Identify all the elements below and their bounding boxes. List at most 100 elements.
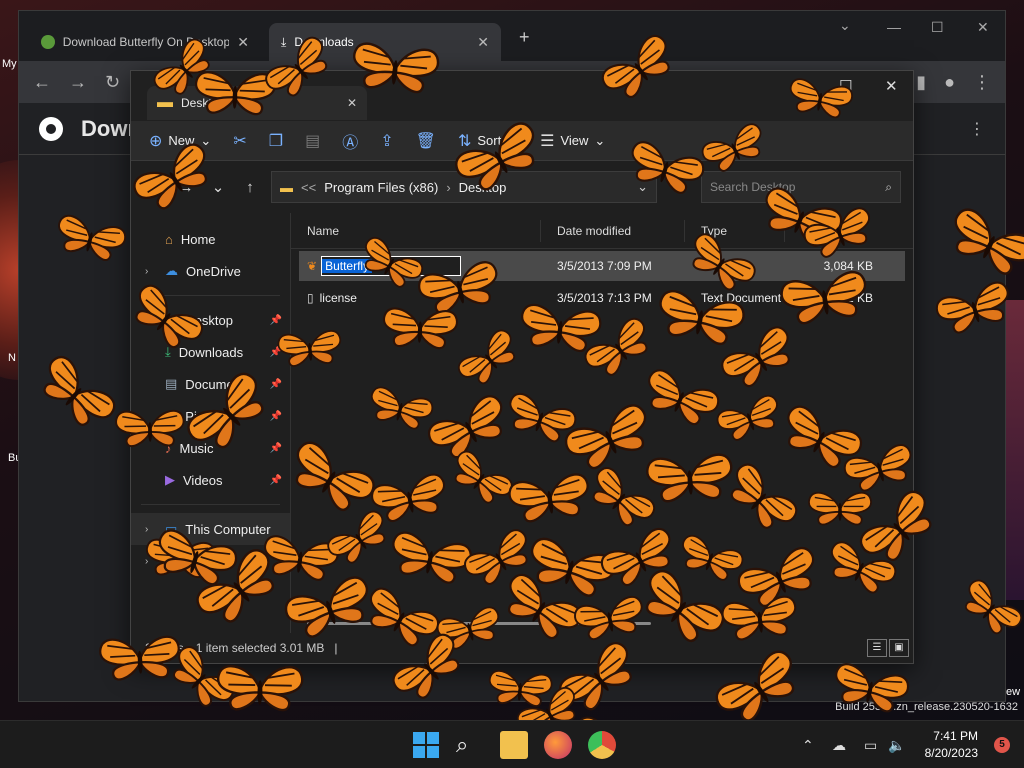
close-window-icon[interactable]: ✕ (885, 77, 898, 95)
reload-icon[interactable]: ↻ (105, 72, 120, 93)
forward-icon[interactable]: → (69, 72, 87, 93)
share-button[interactable]: ⇪ (380, 131, 393, 151)
nav-label: Videos (183, 472, 223, 488)
start-tile (413, 746, 425, 758)
system-clock[interactable]: 7:41 PM 8/20/2023 (925, 728, 978, 762)
nav-item-network[interactable]: › ⊞ Network (131, 545, 290, 577)
rename-selected-text: Butterfly (322, 259, 373, 273)
maximize-icon[interactable]: ☐ (931, 19, 944, 36)
start-icon[interactable] (412, 731, 440, 759)
refresh-icon[interactable]: ↻ (667, 178, 689, 196)
network-tray-icon[interactable]: ▭ (864, 721, 877, 768)
column-type[interactable]: Type (685, 219, 785, 242)
close-tab-icon[interactable]: ✕ (477, 34, 489, 51)
chrome-taskbar-icon[interactable] (588, 731, 616, 759)
copy-button[interactable]: ❐ (269, 131, 283, 151)
sort-button[interactable]: ⇅ Sort ⌄ (458, 131, 518, 151)
file-row-license[interactable]: ▯ license 3/5/2013 7:13 PM Text Document… (299, 283, 905, 313)
notification-badge[interactable]: 5 (994, 737, 1010, 753)
nav-item-videos[interactable]: ▶ Videos 📌 (131, 464, 290, 496)
close-tab-icon[interactable]: ✕ (237, 34, 249, 51)
show-hidden-icons[interactable]: ⌃ (802, 721, 814, 768)
breadcrumb-program-files[interactable]: Program Files (x86) (324, 180, 438, 195)
paste-button[interactable]: ▤ (305, 131, 320, 151)
clock-date: 8/20/2023 (924, 746, 978, 760)
onedrive-tray-icon[interactable]: ☁ (832, 721, 846, 768)
back-icon[interactable]: ← (33, 72, 51, 93)
nav-item-onedrive[interactable]: › ☁ OneDrive (131, 255, 290, 287)
pin-icon: 📌 (269, 474, 282, 486)
address-overflow[interactable]: << (301, 180, 316, 195)
cloud-icon: ☁ (165, 263, 178, 278)
status-bar: 2 items 1 item selected 3.01 MB | (131, 633, 913, 663)
column-name[interactable]: Name (291, 219, 541, 242)
chevron-right-icon[interactable]: › (145, 556, 157, 567)
nav-label: Pictures (185, 408, 233, 424)
tab-title: Downloads (294, 35, 354, 49)
up-icon[interactable]: ↑ (239, 179, 261, 196)
close-window-icon[interactable]: ✕ (977, 19, 989, 36)
column-date-modified[interactable]: Date modified (541, 219, 685, 242)
file-type: Text Document (701, 291, 782, 305)
chevron-right-icon[interactable]: › (145, 524, 157, 535)
cut-button[interactable]: ✂ (233, 131, 246, 151)
tab-download-butterfly[interactable]: Download Butterfly On Desktop ✕ (29, 23, 261, 61)
rename-button[interactable]: Ⓐ (342, 129, 358, 153)
new-tab-button[interactable]: + (519, 27, 530, 48)
maximize-icon[interactable]: ☐ (839, 77, 852, 95)
pin-icon: 📌 (269, 442, 282, 454)
sort-icon: ⇅ (457, 132, 472, 150)
file-row-butterfly[interactable]: ❦ Butterfly 3/5/2013 7:09 PM 3,084 KB (299, 251, 905, 281)
chevron-right-icon: › (446, 179, 451, 195)
downloads-menu-icon[interactable]: ⋮ (969, 119, 985, 139)
address-bar[interactable]: ▬ << Program Files (x86) › Desktop ⌄ (271, 171, 657, 203)
sidebar-icon[interactable]: ▮ (916, 72, 926, 93)
view-button[interactable]: ☰ View ⌄ (540, 131, 605, 151)
menu-icon[interactable]: ⋮ (973, 72, 991, 93)
volume-icon[interactable]: 🔈 (888, 721, 905, 768)
delete-button[interactable]: 🗑 (416, 131, 436, 151)
back-icon[interactable]: ← (143, 179, 165, 196)
desktop-icon: ▭ (165, 312, 178, 327)
horizontal-scrollbar[interactable] (307, 622, 651, 625)
column-size[interactable]: Size (785, 220, 881, 242)
explorer-tab[interactable]: ▬ Desktop ✕ (147, 86, 367, 120)
profile-icon[interactable]: ● (944, 72, 955, 93)
file-date: 3/5/2013 7:13 PM (557, 291, 652, 305)
tiles-view-button[interactable]: ▣ (889, 639, 909, 657)
tab-search-icon[interactable]: ⌄ (839, 17, 851, 34)
computer-icon: ▭ (165, 521, 178, 536)
chevron-down-icon[interactable]: ⌄ (207, 178, 229, 196)
chevron-down-icon[interactable]: ⌄ (637, 179, 648, 195)
nav-item-downloads[interactable]: ⤓ Downloads 📌 (131, 336, 290, 368)
nav-item-desktop[interactable]: ▭ Desktop 📌 (131, 304, 290, 336)
rename-field[interactable]: Butterfly (321, 256, 462, 276)
search-input[interactable]: Search Desktop ⌕ (701, 171, 901, 203)
desktop-label-2[interactable]: N (8, 352, 16, 364)
desktop-label-1[interactable]: My (2, 58, 17, 70)
view-label: View (560, 133, 589, 148)
network-icon: ⊞ (165, 553, 176, 568)
details-view-button[interactable]: ☰ (867, 639, 887, 657)
nav-item-this-computer[interactable]: › ▭ This Computer (131, 513, 290, 545)
file-explorer-taskbar-icon[interactable] (500, 731, 528, 759)
copy-icon: ❐ (268, 132, 284, 150)
close-tab-icon[interactable]: ✕ (347, 96, 357, 110)
nav-item-music[interactable]: ♪ Music 📌 (131, 432, 290, 464)
nav-item-documents[interactable]: ▤ Documents 📌 (131, 368, 290, 400)
forward-icon[interactable]: → (175, 179, 197, 196)
breadcrumb-desktop[interactable]: Desktop (459, 180, 507, 195)
nav-item-home[interactable]: ⌂ Home (131, 223, 290, 255)
firefox-icon[interactable] (544, 731, 572, 759)
folder-icon: ▬ (280, 179, 293, 195)
chrome-tabstrip: Download Butterfly On Desktop ✕ ⤓ Downlo… (19, 11, 1005, 61)
tab-downloads[interactable]: ⤓ Downloads ✕ (269, 23, 501, 61)
new-button[interactable]: ⊕ New ⌄ (149, 131, 211, 151)
minimize-icon[interactable]: — (887, 19, 901, 35)
nav-item-pictures[interactable]: ▣ Pictures 📌 (131, 400, 290, 432)
file-name: license (319, 291, 357, 305)
search-icon[interactable]: ⌕ (456, 731, 484, 759)
chevron-right-icon[interactable]: › (145, 266, 157, 277)
video-icon: ▶ (165, 472, 175, 487)
start-tile (427, 732, 439, 744)
